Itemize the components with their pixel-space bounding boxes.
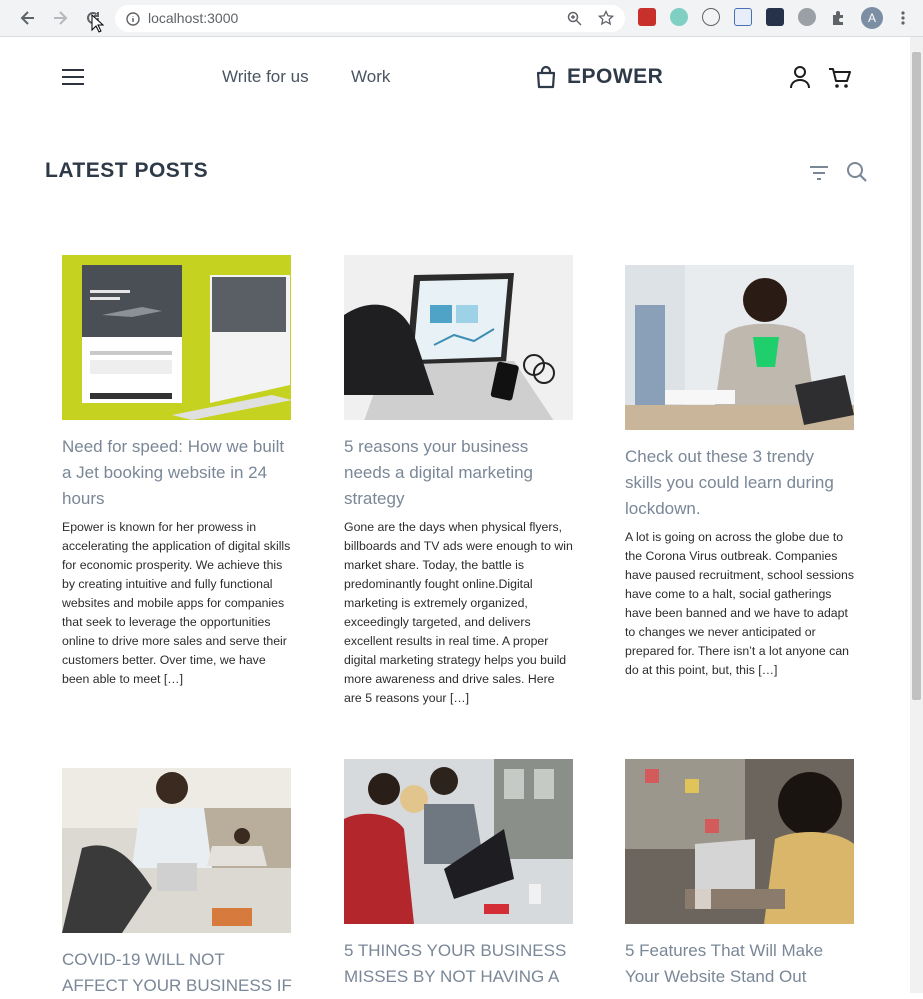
team-at-computer-image [344,759,573,924]
back-arrow-icon [20,11,34,25]
man-with-laptop-image [62,768,291,933]
browser-toolbar: localhost:3000 A [0,0,923,37]
puzzle-icon[interactable] [830,9,847,26]
nav-link-work[interactable]: Work [351,67,390,87]
zoom-icon[interactable] [567,11,582,26]
web-page: Write for us Work EPOWER LATEST POSTS Ne… [6,37,910,995]
extension-icon-6[interactable] [798,8,816,26]
post-title[interactable]: Need for speed: How we built a Jet booki… [62,434,292,512]
info-icon [126,12,140,26]
post-thumbnail[interactable] [625,265,854,430]
woman-at-laptop-image [625,759,854,924]
post-card[interactable]: Check out these 3 trendy skills you coul… [625,265,855,680]
post-excerpt: Gone are the days when physical flyers, … [344,520,573,705]
post-thumbnail[interactable] [625,759,854,924]
user-icon[interactable] [789,65,811,89]
post-card[interactable]: COVID-19 WILL NOT AFFECT YOUR BUSINESS I… [62,768,292,999]
more-menu-icon[interactable] [900,10,906,26]
extension-icon-1[interactable] [638,8,656,26]
brand-logo[interactable]: EPOWER [535,65,663,89]
shopping-bag-icon [536,65,556,89]
post-title[interactable]: 5 THINGS YOUR BUSINESS MISSES BY NOT HAV… [344,938,574,990]
scrollbar-thumb[interactable] [912,52,921,700]
post-title[interactable]: 5 reasons your business needs a digital … [344,434,574,512]
profile-avatar[interactable]: A [861,7,883,29]
post-title[interactable]: COVID-19 WILL NOT AFFECT YOUR BUSINESS I… [62,947,292,999]
post-title[interactable]: 5 Features That Will Make Your Website S… [625,938,855,990]
woman-studying-image [625,265,854,430]
forward-arrow-icon [54,11,68,25]
post-thumbnail[interactable] [344,759,573,924]
extension-icon-3[interactable] [702,8,720,26]
section-title: LATEST POSTS [45,159,209,182]
extension-icon-2[interactable] [670,8,688,26]
forward-button[interactable] [49,7,71,29]
bookmark-star-icon[interactable] [598,10,614,26]
extension-icon-4[interactable] [734,8,752,26]
address-bar[interactable]: localhost:3000 [115,5,625,32]
post-card[interactable]: Need for speed: How we built a Jet booki… [62,255,292,689]
extension-icon-5[interactable] [766,8,784,26]
hamburger-menu-icon[interactable] [62,69,84,85]
website-mockup-image [82,265,291,420]
filter-icon[interactable] [809,165,829,181]
post-title[interactable]: Check out these 3 trendy skills you coul… [625,444,855,522]
search-icon[interactable] [846,161,868,183]
post-thumbnail[interactable] [344,255,573,420]
post-thumbnail[interactable] [62,255,291,420]
laptop-analytics-image [344,255,573,420]
post-excerpt: A lot is going on across the globe due t… [625,530,854,677]
url-text: localhost:3000 [148,10,239,26]
cart-icon[interactable] [828,67,852,89]
back-button[interactable] [17,7,39,29]
brand-name: EPOWER [567,65,664,88]
post-excerpt: Epower is known for her prowess in accel… [62,520,291,686]
nav-link-write-for-us[interactable]: Write for us [222,67,309,87]
post-card[interactable]: 5 reasons your business needs a digital … [344,255,574,708]
post-card[interactable]: 5 Features That Will Make Your Website S… [625,759,855,990]
mouse-cursor-icon [91,14,105,33]
post-card[interactable]: 5 THINGS YOUR BUSINESS MISSES BY NOT HAV… [344,759,574,990]
post-thumbnail[interactable] [62,768,291,933]
